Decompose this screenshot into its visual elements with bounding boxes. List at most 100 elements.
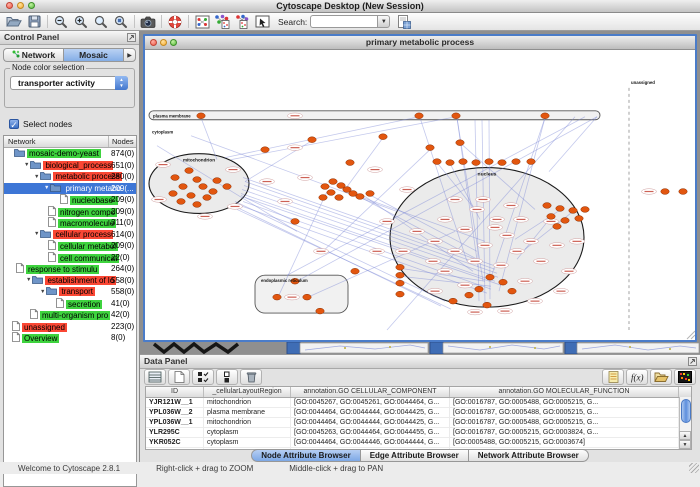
network-node[interactable] bbox=[475, 286, 483, 292]
expand-arrow-icon[interactable]: ▼ bbox=[40, 287, 45, 299]
expand-arrow-icon[interactable]: ▼ bbox=[24, 160, 29, 172]
background-window-sliver[interactable] bbox=[577, 343, 699, 353]
tree-row[interactable]: mosaic-demo-yeast874(0) bbox=[4, 148, 136, 160]
import-network-icon[interactable] bbox=[252, 14, 272, 30]
network-node[interactable] bbox=[452, 113, 460, 119]
open-attribute-file-icon[interactable] bbox=[650, 369, 672, 385]
network-node[interactable] bbox=[187, 193, 195, 199]
tree-row[interactable]: ▼metabolic process280(0) bbox=[4, 171, 136, 183]
network-node[interactable] bbox=[541, 113, 549, 119]
canvas-resize-grip[interactable] bbox=[687, 331, 695, 339]
background-window-edge[interactable] bbox=[430, 342, 443, 354]
tree-row[interactable]: response to stimulu264(0) bbox=[4, 263, 136, 275]
table-scrollbar[interactable]: ▲ ▼ bbox=[679, 397, 691, 449]
table-cell[interactable]: [GO:0016787, GO:0005488, GO:0005215, G..… bbox=[450, 408, 679, 417]
tree-row[interactable]: ▼establishment of lo558(0) bbox=[4, 275, 136, 287]
zoom-fit-icon[interactable] bbox=[91, 14, 111, 30]
scroll-up-icon[interactable]: ▲ bbox=[679, 431, 691, 440]
network-node[interactable] bbox=[575, 216, 583, 222]
network-node[interactable] bbox=[465, 292, 473, 298]
network-node[interactable] bbox=[396, 280, 404, 286]
region-nucleus[interactable] bbox=[390, 168, 584, 308]
table-cell[interactable]: [GO:0016787, GO:0005215, GO:0003824, G..… bbox=[450, 428, 679, 437]
table-row[interactable]: YPL036W__1mitochondrion[GO:0044464, GO:0… bbox=[146, 418, 691, 428]
table-cell[interactable]: [GO:0044464, GO:0044444, GO:0044425, G..… bbox=[291, 418, 450, 427]
network-node[interactable] bbox=[203, 195, 211, 201]
scroll-down-icon[interactable]: ▼ bbox=[679, 440, 691, 449]
network-node[interactable] bbox=[459, 159, 467, 165]
attribute-checklist-icon[interactable] bbox=[192, 369, 214, 385]
minimize-view-button[interactable] bbox=[160, 39, 167, 46]
tab-network[interactable]: Network bbox=[3, 48, 63, 62]
close-view-button[interactable] bbox=[150, 39, 157, 46]
scrollbar-thumb[interactable] bbox=[681, 399, 691, 423]
table-cell[interactable]: YJR121W__1 bbox=[146, 398, 204, 407]
table-cell[interactable]: [GO:0016787, GO:0005488, GO:0005215, G..… bbox=[450, 398, 679, 407]
network-node[interactable] bbox=[499, 279, 507, 285]
network-node[interactable] bbox=[396, 291, 404, 297]
network-node[interactable] bbox=[679, 189, 687, 195]
network-node[interactable] bbox=[223, 184, 231, 190]
network-window-titlebar[interactable]: primary metabolic process bbox=[145, 36, 695, 50]
column-header-region[interactable]: _cellularLayoutRegion bbox=[204, 387, 291, 397]
tab-edge-attribute-browser[interactable]: Edge Attribute Browser bbox=[361, 449, 469, 462]
network-node[interactable] bbox=[329, 179, 337, 185]
network-node[interactable] bbox=[179, 184, 187, 190]
help-lifering-icon[interactable] bbox=[165, 14, 185, 30]
select-attributes-icon[interactable] bbox=[144, 369, 166, 385]
expand-arrow-icon[interactable]: ▼ bbox=[34, 229, 39, 241]
network-node[interactable] bbox=[527, 159, 535, 165]
network-node[interactable] bbox=[319, 195, 327, 201]
network-canvas[interactable]: plasma membranecytoplasmmitochondrionnuc… bbox=[145, 50, 695, 340]
network-node[interactable] bbox=[556, 206, 564, 212]
table-cell[interactable]: [GO:0045267, GO:0045261, GO:0044464, G..… bbox=[291, 398, 450, 407]
matrix-view-icon[interactable] bbox=[674, 369, 696, 385]
network-view-window[interactable]: primary metabolic process plasma membran… bbox=[143, 34, 697, 342]
network-node[interactable] bbox=[321, 184, 329, 190]
network-node[interactable] bbox=[661, 189, 669, 195]
table-cell[interactable]: [GO:0045263, GO:0044464, GO:0044455, G..… bbox=[291, 428, 450, 437]
network-node[interactable] bbox=[508, 288, 516, 294]
network-node[interactable] bbox=[346, 160, 354, 166]
network-node[interactable] bbox=[581, 207, 589, 213]
attribute-unselect-icon[interactable] bbox=[216, 369, 238, 385]
tree-row[interactable]: secretion41(0) bbox=[4, 298, 136, 310]
network-node[interactable] bbox=[213, 178, 221, 184]
network-node[interactable] bbox=[273, 294, 281, 300]
network-node[interactable] bbox=[193, 202, 201, 208]
table-cell[interactable]: cytoplasm bbox=[204, 438, 291, 447]
network-node[interactable] bbox=[291, 219, 299, 225]
network-node[interactable] bbox=[303, 294, 311, 300]
network-node[interactable] bbox=[193, 177, 201, 183]
tree-row[interactable]: nitrogen compo209(0) bbox=[4, 206, 136, 218]
zoom-selected-icon[interactable] bbox=[111, 14, 131, 30]
network-node[interactable] bbox=[169, 191, 177, 197]
column-header-id[interactable]: ID bbox=[146, 387, 204, 397]
node-color-dropdown[interactable]: transporter activity ▲▼ bbox=[10, 76, 128, 90]
network-node[interactable] bbox=[177, 199, 185, 205]
expand-arrow-icon[interactable]: ▼ bbox=[44, 183, 49, 195]
select-nodes-checkbox[interactable]: ✓ bbox=[9, 119, 19, 129]
network-node[interactable] bbox=[327, 190, 335, 196]
search-input[interactable] bbox=[310, 15, 377, 28]
zoom-view-button[interactable] bbox=[170, 39, 177, 46]
tree-row[interactable]: macromolecule311(0) bbox=[4, 217, 136, 229]
background-window-edge[interactable] bbox=[565, 342, 577, 354]
network-node[interactable] bbox=[433, 159, 441, 165]
tree-row[interactable]: nucleobase-209(0) bbox=[4, 194, 136, 206]
table-cell[interactable]: mitochondrion bbox=[204, 398, 291, 407]
window-resize-grip[interactable] bbox=[689, 463, 699, 473]
tree-row[interactable]: Overview8(0) bbox=[4, 332, 136, 344]
network-node[interactable] bbox=[449, 298, 457, 304]
create-network-view-icon[interactable] bbox=[232, 14, 252, 30]
region-plasma-membrane[interactable] bbox=[149, 111, 600, 120]
table-cell[interactable]: [GO:0044464, GO:0044446, GO:0044444, G..… bbox=[291, 438, 450, 447]
table-cell[interactable]: [GO:0016787, GO:0005488, GO:0005215, G..… bbox=[450, 418, 679, 427]
network-node[interactable] bbox=[485, 159, 493, 165]
table-row[interactable]: YPL036W__2plasma membrane[GO:0044464, GO… bbox=[146, 408, 691, 418]
tree-row[interactable]: ▼biological_process651(0) bbox=[4, 160, 136, 172]
network-node[interactable] bbox=[512, 159, 520, 165]
network-node[interactable] bbox=[379, 134, 387, 140]
network-node[interactable] bbox=[197, 113, 205, 119]
tree-row[interactable]: ▼transport558(0) bbox=[4, 286, 136, 298]
